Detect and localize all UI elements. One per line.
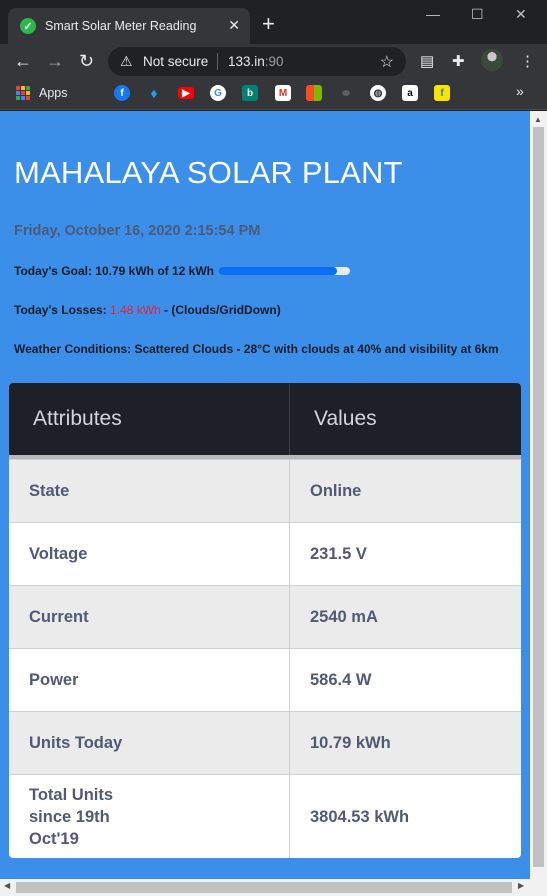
reading-list-icon[interactable]: ▤ (420, 52, 434, 70)
security-label[interactable]: Not secure (143, 54, 208, 69)
microsoft-bookmark-icon[interactable] (306, 85, 322, 101)
scroll-up-icon[interactable]: ▲ (534, 115, 542, 124)
extensions-puzzle-icon[interactable]: ✚ (452, 52, 465, 70)
forward-arrow-icon[interactable]: → (46, 50, 64, 72)
table-row: Power 586.4 W (9, 648, 521, 711)
vertical-scrollbar[interactable]: ▲ (530, 111, 547, 879)
readings-table: Attributes Values State Online Voltage 2… (9, 383, 521, 858)
row-attribute: Total Units since 19th Oct'19 (29, 785, 114, 848)
row-value: 2540 mA (289, 586, 521, 648)
youtube-bookmark-icon[interactable]: ▶ (178, 87, 194, 99)
browser-toolbar: ← → ↻ ⚠ Not secure 133.in:90 ☆ ▤ ✚ ⋮ (0, 44, 547, 78)
new-tab-icon[interactable]: + (262, 13, 275, 35)
row-attribute: Units Today (29, 734, 123, 752)
losses-value: 1.48 kWh (110, 303, 161, 317)
goal-progress-fill (218, 267, 337, 275)
row-attribute: Current (29, 608, 89, 626)
close-tab-icon[interactable]: ✕ (228, 17, 240, 34)
table-row: State Online (9, 459, 521, 522)
url-text[interactable]: 133.in:90 (228, 54, 284, 69)
table-row: Current 2540 mA (9, 585, 521, 648)
amazon-bookmark-icon[interactable]: a (402, 85, 418, 101)
address-separator (217, 53, 218, 70)
url-port: :90 (264, 54, 284, 69)
table-row: Units Today 10.79 kWh (9, 711, 521, 774)
row-value: 10.79 kWh (289, 712, 521, 774)
scroll-right-icon[interactable]: ▶ (518, 881, 524, 890)
minimize-icon[interactable]: — (426, 6, 440, 22)
title-bar: ✓ Smart Solar Meter Reading ✕ + — ☐ ✕ (0, 0, 547, 44)
bing-bookmark-icon[interactable]: b (242, 85, 258, 101)
back-arrow-icon[interactable]: ← (14, 50, 32, 72)
datetime-display: Friday, October 16, 2020 2:15:54 PM (14, 223, 261, 239)
scroll-left-icon[interactable]: ◀ (4, 881, 10, 890)
more-bookmarks-icon[interactable]: » (516, 83, 524, 99)
goal-progress-bar (218, 267, 351, 275)
tab-title: Smart Solar Meter Reading (45, 19, 197, 33)
losses-prefix: Today's Losses: (14, 303, 110, 317)
table-header: Attributes Values (9, 383, 521, 459)
table-row: Total Units since 19th Oct'19 3804.53 kW… (9, 774, 521, 858)
browser-tab[interactable]: ✓ Smart Solar Meter Reading ✕ (8, 8, 250, 44)
apps-grid-icon (16, 86, 30, 100)
row-attribute: Power (29, 671, 79, 689)
apps-label: Apps (39, 86, 68, 100)
facebook-bookmark-icon[interactable]: f (114, 85, 130, 101)
page-content: MAHALAYA SOLAR PLANT Friday, October 16,… (0, 111, 530, 879)
bookmark-star-icon[interactable]: ☆ (380, 52, 394, 72)
address-bar[interactable]: ⚠ Not secure 133.in:90 ☆ (108, 47, 406, 76)
row-attribute: State (29, 482, 70, 500)
horizontal-scroll-thumb[interactable] (16, 882, 512, 893)
row-attribute: Voltage (29, 545, 88, 563)
row-value: 3804.53 kWh (289, 775, 521, 858)
row-value: 586.4 W (289, 649, 521, 711)
apple-bookmark-icon[interactable] (83, 85, 99, 101)
gmail-bookmark-icon[interactable]: M (275, 85, 291, 101)
goal-text: Today's Goal: 10.79 kWh of 12 kWh (14, 264, 215, 278)
apps-shortcut[interactable]: Apps (16, 86, 68, 100)
bookmarks-bar: Apps f ♦ ▶ G b M ⚭ ◍ a f » (0, 78, 547, 110)
row-value: Online (289, 460, 521, 522)
losses-suffix: - (Clouds/GridDown) (160, 303, 281, 317)
check-favicon-icon: ✓ (20, 18, 36, 34)
page-title: MAHALAYA SOLAR PLANT (14, 155, 403, 190)
row-value: 231.5 V (289, 523, 521, 585)
table-row: Voltage 231.5 V (9, 522, 521, 585)
maximize-icon[interactable]: ☐ (471, 6, 484, 23)
close-window-icon[interactable]: ✕ (515, 6, 527, 23)
warning-triangle-icon[interactable]: ⚠ (120, 53, 133, 70)
profile-avatar[interactable] (481, 49, 503, 71)
globe-bookmark-icon[interactable]: ◍ (370, 85, 386, 101)
flipkart-bookmark-icon[interactable]: f (434, 85, 450, 101)
menu-kebab-icon[interactable]: ⋮ (520, 52, 535, 70)
reload-icon[interactable]: ↻ (79, 50, 94, 72)
url-host: 133.in (228, 54, 265, 69)
weather-line: Weather Conditions: Scattered Clouds - 2… (14, 342, 499, 356)
header-values: Values (289, 383, 521, 455)
losses-line: Today's Losses: 1.48 kWh - (Clouds/GridD… (14, 303, 281, 317)
google-bookmark-icon[interactable]: G (210, 85, 226, 101)
horizontal-scrollbar[interactable]: ◀ ▶ (0, 879, 547, 896)
vertical-scroll-thumb[interactable] (533, 127, 544, 867)
link-bookmark-icon[interactable]: ⚭ (338, 85, 354, 101)
twitter-bookmark-icon[interactable]: ♦ (146, 85, 162, 101)
goal-line: Today's Goal: 10.79 kWh of 12 kWh (14, 264, 351, 278)
header-attributes: Attributes (33, 407, 122, 430)
